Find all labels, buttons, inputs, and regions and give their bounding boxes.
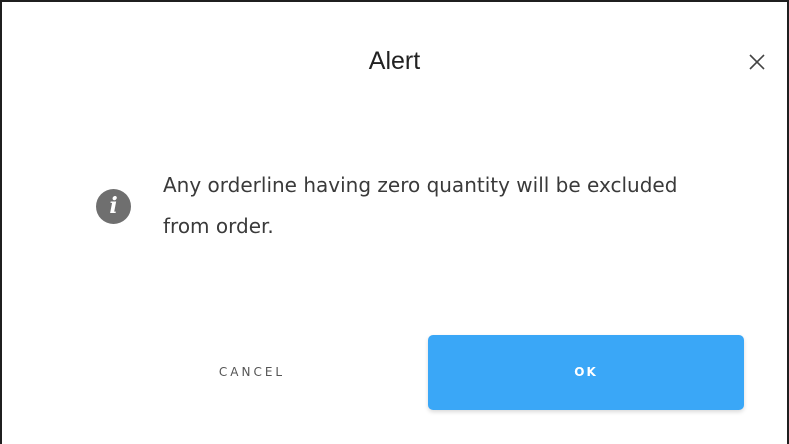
ok-button[interactable]: OK — [428, 335, 744, 410]
close-icon — [749, 54, 765, 70]
cancel-button[interactable]: CANCEL — [142, 335, 362, 410]
alert-dialog: Alert i Any orderline having zero quanti… — [0, 0, 789, 444]
alert-message: Any orderline having zero quantity will … — [163, 173, 678, 238]
dialog-title: Alert — [368, 47, 421, 75]
close-button[interactable] — [747, 52, 767, 72]
info-icon: i — [96, 189, 131, 224]
